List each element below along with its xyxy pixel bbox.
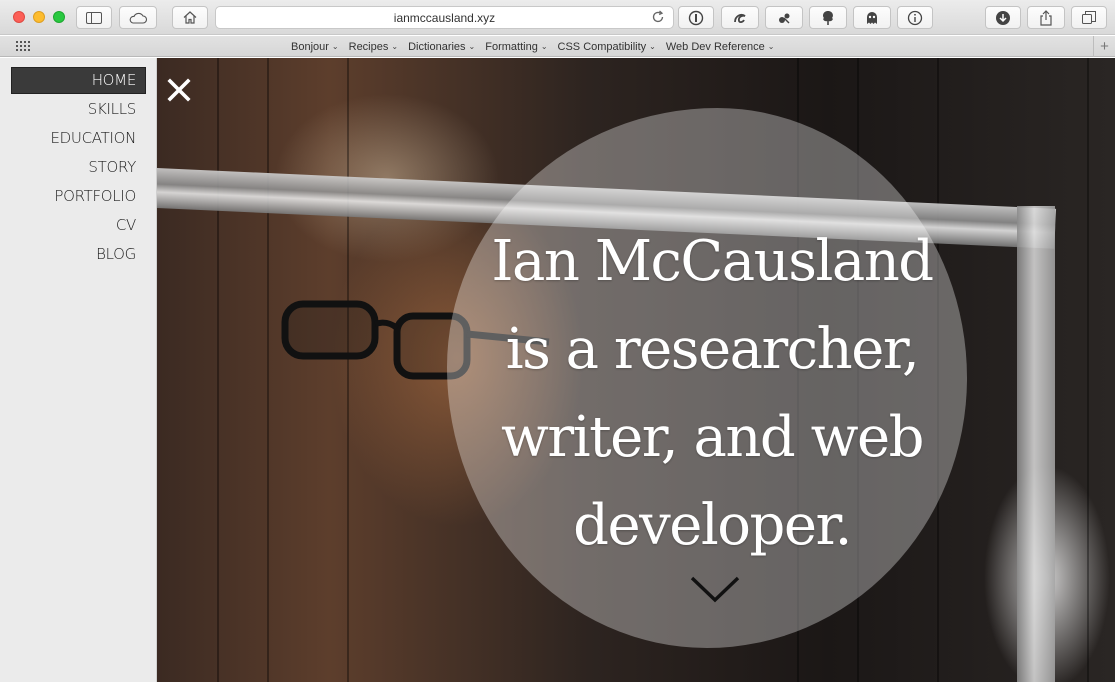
nav-item-skills[interactable]: SKILLS xyxy=(11,96,146,123)
chevron-down-icon: ⌄ xyxy=(767,42,775,51)
favorite-label: Recipes xyxy=(348,40,389,53)
window-zoom-button[interactable] xyxy=(53,11,65,23)
chevron-down-icon: ⌄ xyxy=(649,42,656,51)
favorite-label: CSS Compatibility xyxy=(557,40,647,53)
sidebar-toggle-button[interactable] xyxy=(76,6,112,29)
download-icon xyxy=(996,10,1010,25)
nav-item-story[interactable]: STORY xyxy=(11,154,146,181)
headline-line: developer. xyxy=(573,493,852,558)
nav-item-cv[interactable]: CV xyxy=(11,212,146,239)
favorites-bar: Bonjour ⌄ Recipes ⌄ Dictionaries ⌄ Formatti… xyxy=(0,36,1115,57)
web-page: HOME SKILLS EDUCATION STORY PORTFOLIO CV… xyxy=(0,58,1115,682)
share-button[interactable] xyxy=(1027,6,1065,29)
url-text: ianmccausland.xyz xyxy=(393,10,496,25)
plus-icon: + xyxy=(1100,38,1109,55)
headline-line: writer, and web xyxy=(501,405,925,470)
tree-icon xyxy=(823,10,833,25)
headline-line: is a researcher, xyxy=(505,317,920,382)
home-button[interactable] xyxy=(172,6,208,29)
extension-button-4[interactable] xyxy=(853,6,891,29)
grid-icon[interactable] xyxy=(16,41,30,51)
ghost-icon xyxy=(867,11,877,24)
share-icon xyxy=(1040,9,1052,26)
favorite-dictionaries[interactable]: Dictionaries ⌄ xyxy=(408,41,475,53)
favorite-label: Bonjour xyxy=(291,40,329,53)
address-bar[interactable]: ianmccausland.xyz xyxy=(215,6,674,29)
new-tab-button[interactable]: + xyxy=(1093,36,1115,57)
tab-overview-button[interactable] xyxy=(1071,6,1107,29)
side-navigation: HOME SKILLS EDUCATION STORY PORTFOLIO CV… xyxy=(0,58,157,682)
nav-item-education[interactable]: EDUCATION xyxy=(11,125,146,152)
favorite-css-compatibility[interactable]: CSS Compatibility ⌄ xyxy=(558,41,656,53)
nav-item-home[interactable]: HOME xyxy=(11,67,146,94)
favorite-label: Dictionaries xyxy=(408,40,466,53)
tabs-icon xyxy=(1082,10,1096,24)
reload-icon[interactable] xyxy=(651,10,665,24)
window-close-button[interactable] xyxy=(13,11,25,23)
favorite-bonjour[interactable]: Bonjour ⌄ xyxy=(291,41,339,53)
favorite-formatting[interactable]: Formatting ⌄ xyxy=(485,41,547,53)
home-icon xyxy=(183,11,197,24)
onepassword-icon xyxy=(688,10,704,25)
chevron-down-icon: ⌄ xyxy=(331,42,339,51)
hero-headline: Ian McCausland is a researcher, writer, … xyxy=(487,218,937,570)
favorite-recipes[interactable]: Recipes ⌄ xyxy=(349,41,398,53)
info-button[interactable] xyxy=(897,6,933,29)
sidebar-icon xyxy=(86,11,102,24)
nav-item-portfolio[interactable]: PORTFOLIO xyxy=(11,183,146,210)
icloud-tabs-button[interactable] xyxy=(119,6,157,29)
window-minimize-button[interactable] xyxy=(33,11,45,23)
chevron-down-icon[interactable] xyxy=(689,574,741,604)
favorite-label: Formatting xyxy=(485,40,538,53)
password-extension-button[interactable] xyxy=(678,6,714,29)
close-icon[interactable] xyxy=(167,78,191,102)
favorite-label: Web Dev Reference xyxy=(665,40,765,53)
extension-button-3[interactable] xyxy=(809,6,847,29)
hero-section: Ian McCausland is a researcher, writer, … xyxy=(157,58,1115,682)
extension-button-1[interactable] xyxy=(721,6,759,29)
nav-item-blog[interactable]: BLOG xyxy=(11,241,146,268)
chevron-down-icon: ⌄ xyxy=(540,42,548,51)
chevron-down-icon: ⌄ xyxy=(391,42,399,51)
cloud-icon xyxy=(129,12,147,24)
swirl-icon xyxy=(734,13,746,23)
headline-line: Ian McCausland xyxy=(491,229,934,294)
info-icon xyxy=(907,10,923,25)
bug-icon xyxy=(779,13,790,23)
browser-toolbar: ianmccausland.xyz xyxy=(0,0,1115,35)
favorite-web-dev-reference[interactable]: Web Dev Reference ⌄ xyxy=(666,41,775,53)
extension-button-2[interactable] xyxy=(765,6,803,29)
downloads-button[interactable] xyxy=(985,6,1021,29)
chevron-down-icon: ⌄ xyxy=(468,42,476,51)
